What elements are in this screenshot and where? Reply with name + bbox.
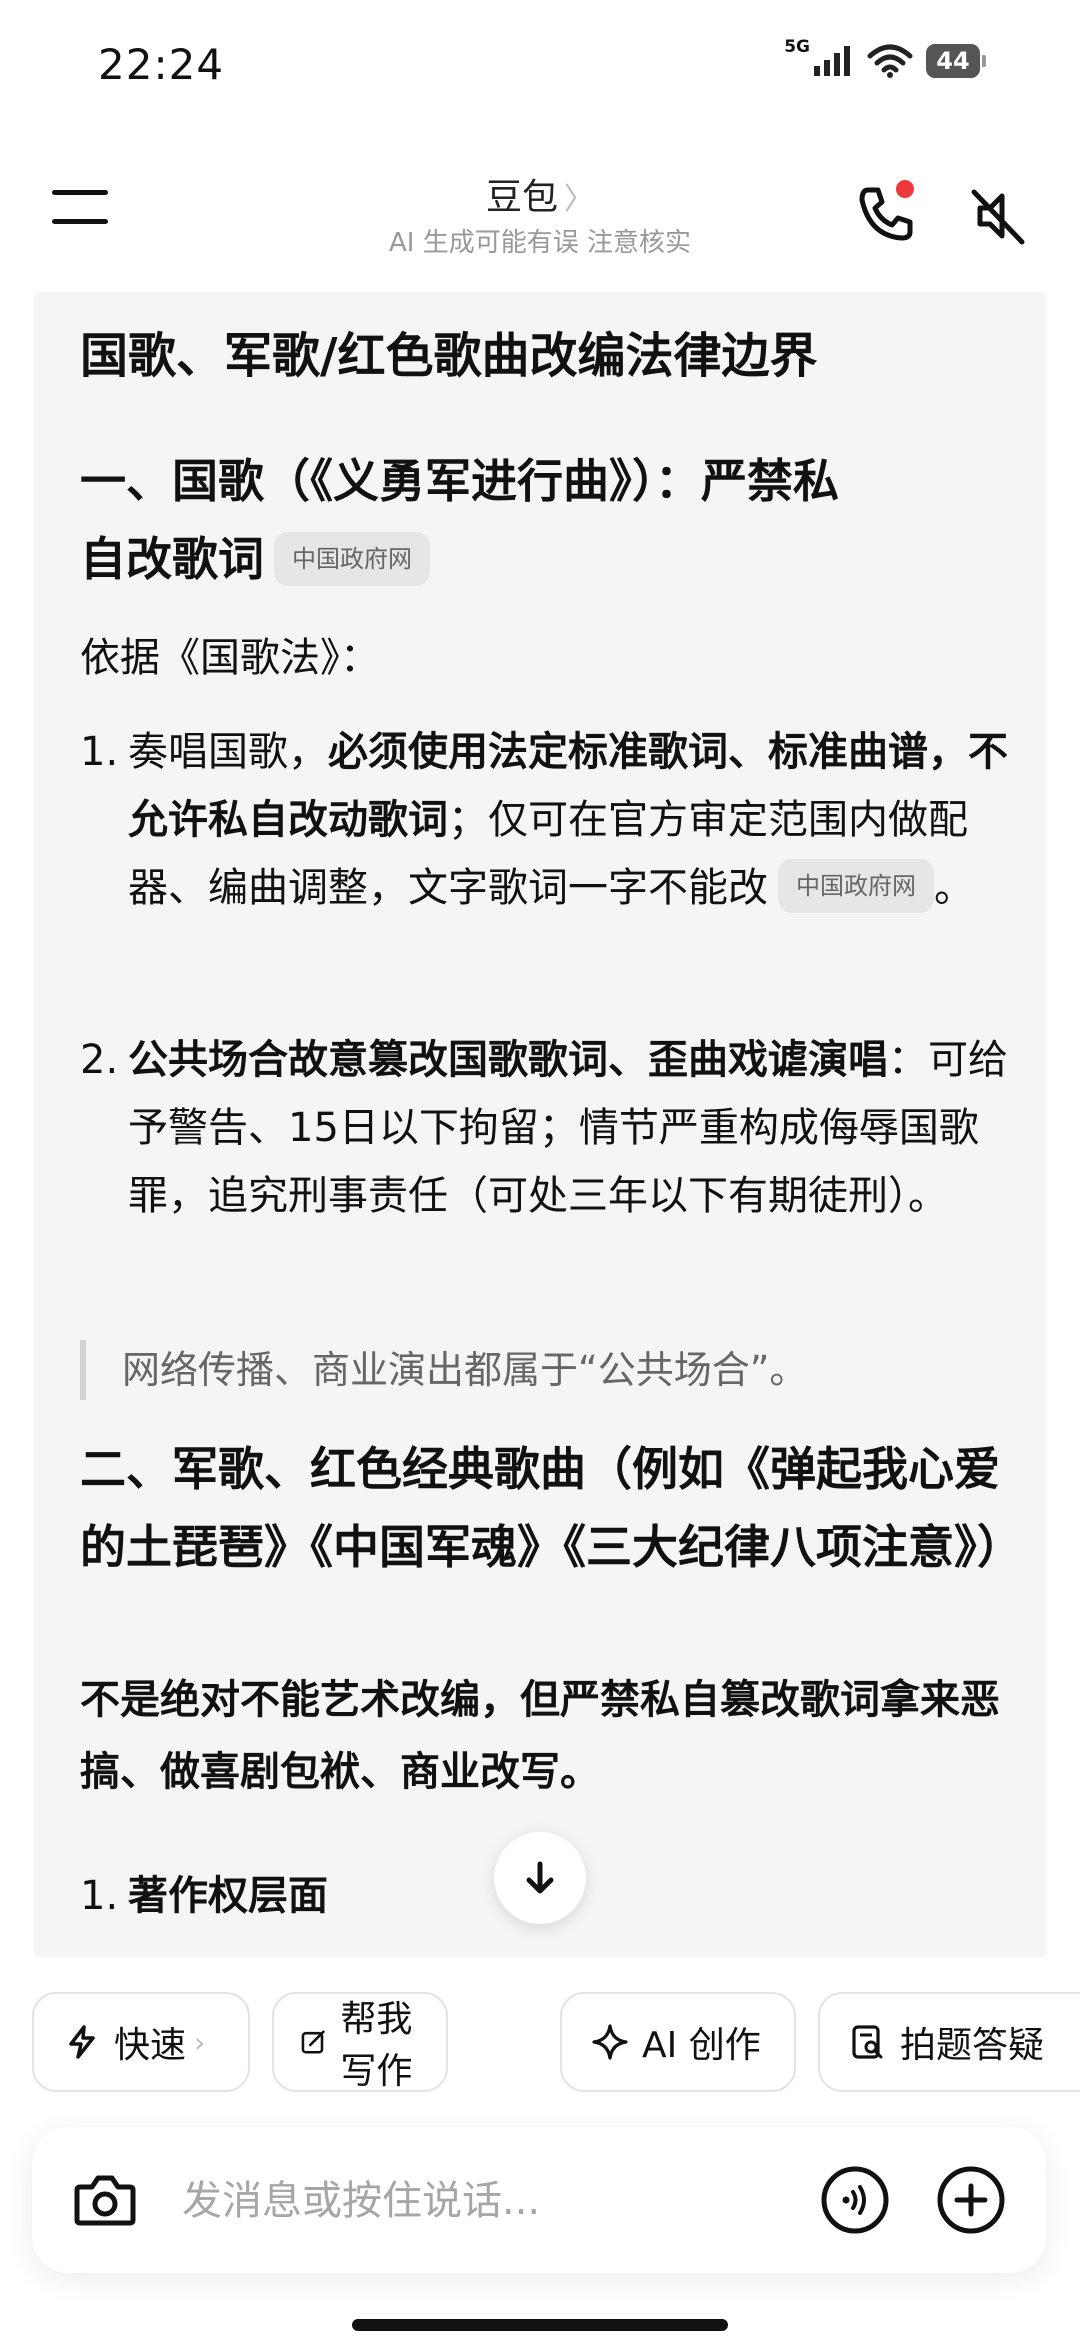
- list-number: 2.: [80, 1037, 119, 1083]
- plus-icon[interactable]: [936, 2165, 1006, 2235]
- section1-heading-line2: 自改歌词: [80, 532, 264, 586]
- quick-action-fast[interactable]: 快速 ›: [32, 1992, 250, 2092]
- quick-action-photo-question[interactable]: 拍题答疑: [818, 1992, 1080, 2092]
- list-number: 1.: [80, 729, 119, 775]
- notification-dot: [896, 180, 914, 198]
- camera-icon[interactable]: [72, 2167, 138, 2233]
- section1-heading-line1: 一、国歌（《义勇军进行曲》）：严禁私: [80, 454, 839, 508]
- list-text: 奏唱国歌，必须使用法定标准歌词、标准曲谱，不允许私自改动歌词；仅可在官方审定范围…: [128, 718, 1020, 922]
- scan-doc-icon: [852, 2025, 883, 2059]
- phone-call-icon[interactable]: [850, 180, 920, 250]
- section2-summary: 不是绝对不能艺术改编，但严禁私自篡改歌词拿来恶搞、做喜剧包袱、商业改写。: [80, 1677, 1000, 1795]
- voice-call-icon[interactable]: [820, 2165, 890, 2235]
- quick-action-write[interactable]: 帮我写作: [272, 1992, 448, 2092]
- list-item: 2. 公共场合故意篡改国歌歌词、歪曲戏谑演唱：可给予警告、15日以下拘留；情节严…: [80, 1026, 1020, 1230]
- list-text-tail: 。: [934, 865, 974, 911]
- quick-actions-bar: 快速 › 帮我写作 AI 创作 拍题答疑: [32, 1992, 1080, 2096]
- quick-action-label: AI 创作: [642, 2025, 761, 2066]
- chat-header: 豆包〉 AI 生成可能有误 注意核实: [0, 150, 1080, 270]
- source-badge[interactable]: 中国政府网: [778, 859, 934, 913]
- list-text-plain: 奏唱国歌，: [128, 729, 328, 775]
- sparkle-icon: [592, 2024, 628, 2060]
- signal-icon: [814, 46, 850, 76]
- section1-intro: 依据《国歌法》：: [80, 635, 380, 681]
- message-input-bar: [32, 2127, 1046, 2273]
- message-title: 国歌、军歌/红色歌曲改编法律边界: [80, 328, 818, 384]
- list-item: 1. 奏唱国歌，必须使用法定标准歌词、标准曲谱，不允许私自改动歌词；仅可在官方审…: [80, 718, 1020, 922]
- quick-action-label: 拍题答疑: [900, 2025, 1045, 2066]
- blockquote: 网络传播、商业演出都属于“公共场合”。: [80, 1340, 1047, 1400]
- chevron-right-icon: ›: [194, 2025, 206, 2059]
- status-icons: 5G 44: [784, 37, 986, 78]
- network-type: 5G: [784, 37, 810, 57]
- bot-name: 豆包: [485, 177, 558, 218]
- chevron-right-icon: 〉: [564, 182, 594, 217]
- message-card: 国歌、军歌/红色歌曲改编法律边界 一、国歌（《义勇军进行曲》）：严禁私 自改歌词…: [34, 292, 1047, 1957]
- section2-heading: 二、军歌、红色经典歌曲（例如《弹起我心爱的土琵琶》《中国军魂》《三大纪律八项注意…: [80, 1442, 1023, 1574]
- status-bar: 22:24 5G 44: [0, 0, 1080, 140]
- list-text: 公共场合故意篡改国歌歌词、歪曲戏谑演唱：可给予警告、15日以下拘留；情节严重构成…: [128, 1026, 1020, 1230]
- speaker-mute-icon[interactable]: [966, 184, 1030, 248]
- quick-action-label: 帮我写作: [340, 1999, 413, 2092]
- battery-icon: 44: [926, 44, 986, 78]
- list-text-bold: 公共场合故意篡改国歌歌词、歪曲戏谑演唱: [128, 1037, 888, 1083]
- lightning-icon: [69, 2025, 95, 2059]
- list-number: 1.: [80, 1873, 119, 1919]
- wifi-icon: [867, 44, 913, 78]
- quick-action-ai-create[interactable]: AI 创作: [560, 1992, 796, 2092]
- home-indicator[interactable]: [352, 2319, 728, 2331]
- quick-action-label: 快速: [114, 2025, 187, 2066]
- scroll-to-bottom-button[interactable]: [494, 1832, 586, 1924]
- edit-icon: [301, 2030, 325, 2054]
- arrow-down-icon: [526, 1861, 554, 1894]
- message-input[interactable]: [180, 2155, 824, 2247]
- source-badge[interactable]: 中国政府网: [274, 531, 430, 586]
- status-time: 22:24: [98, 40, 225, 89]
- section1-heading: 一、国歌（《义勇军进行曲》）：严禁私 自改歌词 中国政府网: [80, 442, 1020, 598]
